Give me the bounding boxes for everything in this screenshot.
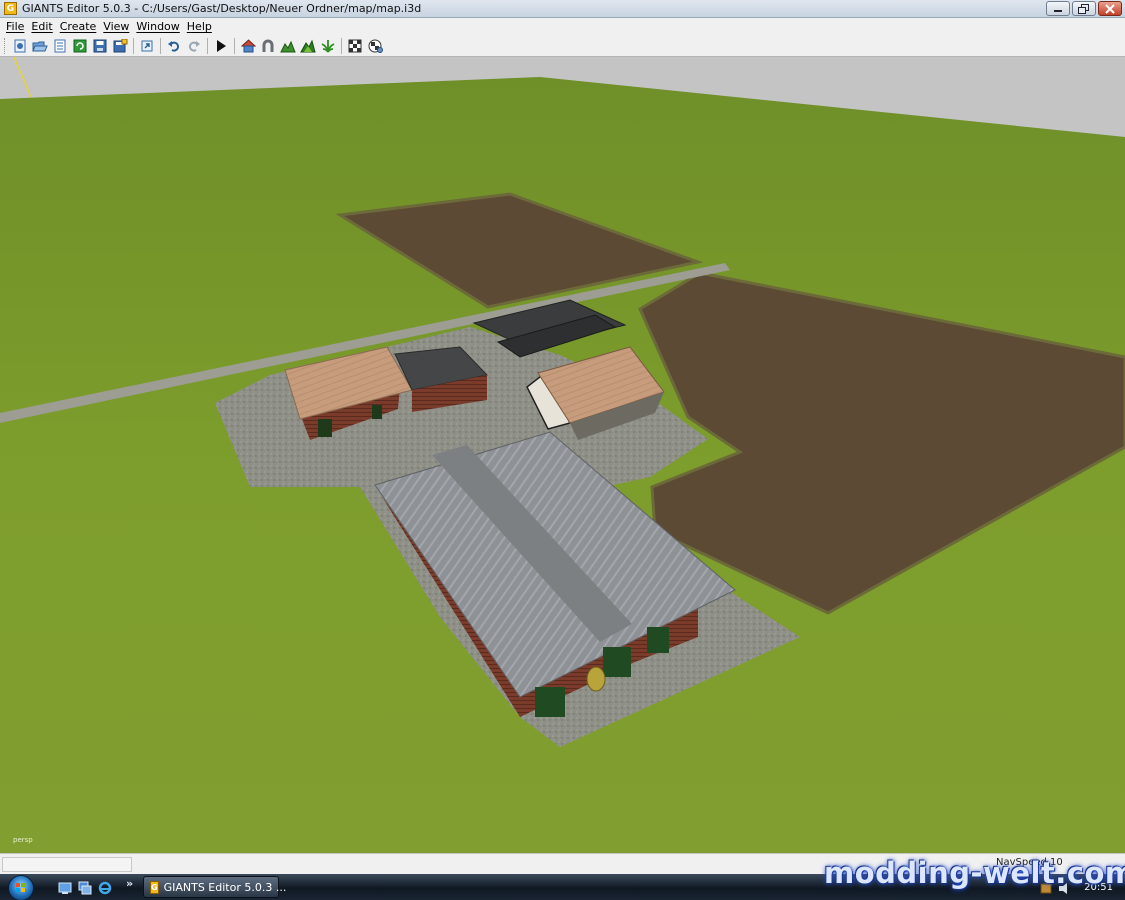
viewport-3d[interactable]: persp: [0, 57, 1125, 853]
toolbar-separator: [160, 37, 161, 54]
toolbar-separator: [234, 37, 235, 54]
taskbar-item-label: GIANTS Editor 5.0.3 ...: [163, 880, 287, 894]
menu-bar: File Edit Create View Window Help: [0, 18, 1125, 35]
house-icon: [240, 38, 256, 52]
giants-app-icon: G: [150, 880, 159, 894]
taskbar-item-giants-editor[interactable]: G GIANTS Editor 5.0.3 ...: [143, 876, 286, 898]
menu-create[interactable]: Create: [58, 18, 102, 35]
toolbar-separator: [341, 37, 342, 54]
menu-view[interactable]: View: [101, 18, 134, 35]
foliage-icon: [321, 39, 335, 53]
window-title: GIANTS Editor 5.0.3 - C:/Users/Gast/Desk…: [22, 2, 422, 15]
scene-render: [0, 57, 1125, 853]
checker-gear-icon: [368, 39, 383, 53]
minimize-button[interactable]: [1046, 1, 1070, 16]
start-button[interactable]: [8, 875, 34, 900]
status-field: [2, 857, 132, 872]
menu-help[interactable]: Help: [185, 18, 217, 35]
undo-button[interactable]: [164, 37, 184, 55]
export-button[interactable]: [137, 37, 157, 55]
internet-explorer-icon[interactable]: [98, 880, 112, 895]
terrain-paint-button[interactable]: [298, 37, 318, 55]
show-desktop-icon[interactable]: [58, 880, 72, 894]
foliage-paint-button[interactable]: [318, 37, 338, 55]
maximize-button[interactable]: [1072, 1, 1096, 16]
minimize-icon: [1054, 9, 1062, 12]
import-icon: [54, 39, 66, 52]
switch-windows-icon[interactable]: [78, 880, 92, 895]
save-as-button[interactable]: [110, 37, 130, 55]
terrain-sculpt-icon: [280, 40, 296, 52]
new-scene-button[interactable]: [10, 37, 30, 55]
big-barn-door: [535, 687, 565, 717]
snap-settings-button[interactable]: [365, 37, 385, 55]
stable-door: [318, 419, 332, 437]
new-file-icon: [14, 39, 26, 52]
import-button[interactable]: [50, 37, 70, 55]
redo-icon: [188, 40, 200, 52]
close-button[interactable]: [1098, 1, 1122, 16]
export-icon: [141, 40, 153, 51]
save-icon: [93, 39, 107, 52]
toolbar: [0, 35, 1125, 57]
silo-tank: [586, 666, 606, 692]
reload-icon: [73, 39, 87, 52]
big-barn-door: [603, 647, 631, 677]
open-folder-icon: [32, 41, 48, 51]
snap-grid-button[interactable]: [345, 37, 365, 55]
play-button[interactable]: [211, 37, 231, 55]
checker-icon: [348, 39, 362, 52]
watermark-text: modding-welt.com: [824, 856, 1125, 890]
toolbar-separator: [207, 37, 208, 54]
restore-icon: [1078, 3, 1089, 14]
big-barn-door: [647, 627, 669, 653]
save-as-icon: [113, 38, 127, 52]
terrain-paint-icon: [300, 39, 316, 52]
menu-file[interactable]: File: [4, 18, 29, 35]
toolbar-grip[interactable]: [4, 37, 7, 54]
open-button[interactable]: [30, 37, 50, 55]
quicklaunch-overflow[interactable]: »: [126, 877, 133, 890]
camera-label: persp: [13, 836, 33, 844]
app-window: G GIANTS Editor 5.0.3 - C:/Users/Gast/De…: [0, 0, 1125, 900]
windows-logo-icon: [16, 883, 25, 892]
menu-window[interactable]: Window: [134, 18, 184, 35]
undo-icon: [168, 40, 180, 52]
app-icon: G: [4, 2, 17, 15]
play-icon: [217, 39, 226, 52]
select-tool-button[interactable]: [238, 37, 258, 55]
menu-edit[interactable]: Edit: [29, 18, 57, 35]
reload-button[interactable]: [70, 37, 90, 55]
stable-door: [372, 405, 382, 419]
terrain-tool-button[interactable]: [278, 37, 298, 55]
magnet-icon: [262, 39, 274, 52]
toolbar-separator: [133, 37, 134, 54]
close-icon: [1105, 3, 1115, 14]
redo-button[interactable]: [184, 37, 204, 55]
magnet-tool-button[interactable]: [258, 37, 278, 55]
save-button[interactable]: [90, 37, 110, 55]
title-bar[interactable]: G GIANTS Editor 5.0.3 - C:/Users/Gast/De…: [0, 0, 1125, 18]
